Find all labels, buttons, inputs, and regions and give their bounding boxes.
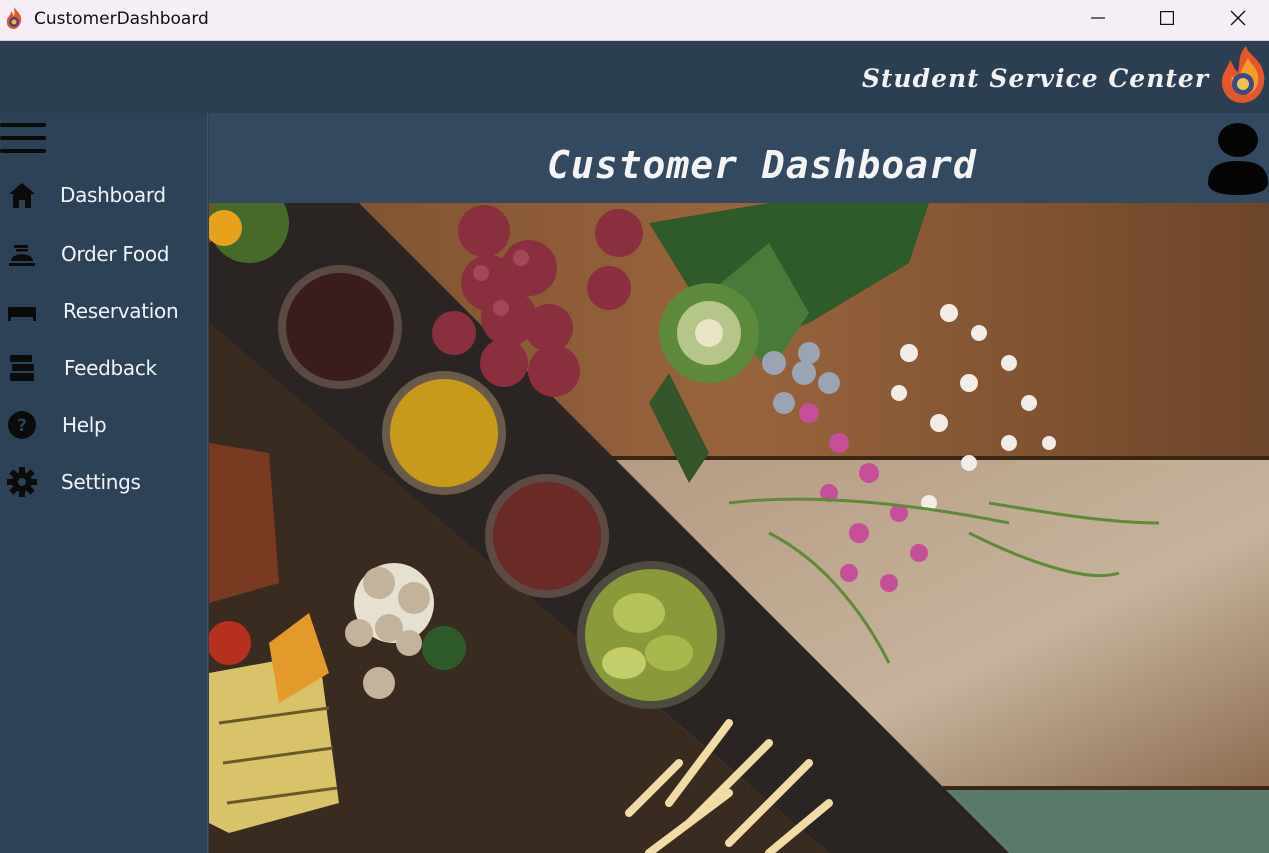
hamburger-line [0, 149, 46, 153]
food-tray-icon [6, 238, 38, 270]
flame-logo-icon [1222, 46, 1265, 103]
app-header: Student Service Center [0, 41, 1269, 113]
maximize-icon [1160, 11, 1174, 25]
sidebar-item-label: Dashboard [60, 183, 166, 207]
sidebar-item-label: Help [62, 413, 107, 437]
home-icon [6, 179, 38, 211]
window-title: CustomerDashboard [34, 9, 209, 29]
question-icon: ? [6, 409, 38, 441]
user-avatar-icon[interactable] [1206, 121, 1269, 195]
app-flame-icon [6, 7, 22, 29]
sidebar-item-label: Reservation [63, 299, 179, 323]
content-header: Customer Dashboard [209, 113, 1269, 203]
sidebar-item-reservation[interactable]: Reservation [0, 289, 208, 333]
sidebar-item-label: Settings [61, 470, 141, 494]
maximize-button[interactable] [1132, 0, 1202, 36]
page-title: Customer Dashboard [547, 143, 977, 187]
food-table-photo [209, 203, 1269, 853]
bed-icon [6, 295, 38, 327]
close-icon [1230, 10, 1246, 26]
sidebar: Dashboard Order Food Reservation Feedbac… [0, 113, 208, 853]
minimize-icon [1091, 17, 1105, 19]
sidebar-item-feedback[interactable]: Feedback [0, 346, 208, 390]
minimize-button[interactable] [1063, 0, 1133, 36]
sidebar-item-order-food[interactable]: Order Food [0, 232, 208, 276]
hamburger-menu-button[interactable] [0, 123, 46, 157]
hamburger-line [0, 136, 46, 140]
svg-text:?: ? [17, 416, 27, 436]
hamburger-icon [0, 123, 46, 127]
sidebar-item-label: Order Food [61, 242, 170, 266]
hero-illustration [209, 203, 1269, 853]
sidebar-item-dashboard[interactable]: Dashboard [0, 173, 208, 217]
close-button[interactable] [1203, 0, 1269, 36]
sidebar-item-label: Feedback [64, 356, 157, 380]
brand-name: Student Service Center [861, 64, 1209, 93]
window-titlebar: CustomerDashboard [0, 0, 1269, 41]
sidebar-item-help[interactable]: ? Help [0, 403, 208, 447]
gear-icon [6, 466, 38, 498]
sidebar-item-settings[interactable]: Settings [0, 460, 208, 504]
stack-icon [6, 352, 38, 384]
